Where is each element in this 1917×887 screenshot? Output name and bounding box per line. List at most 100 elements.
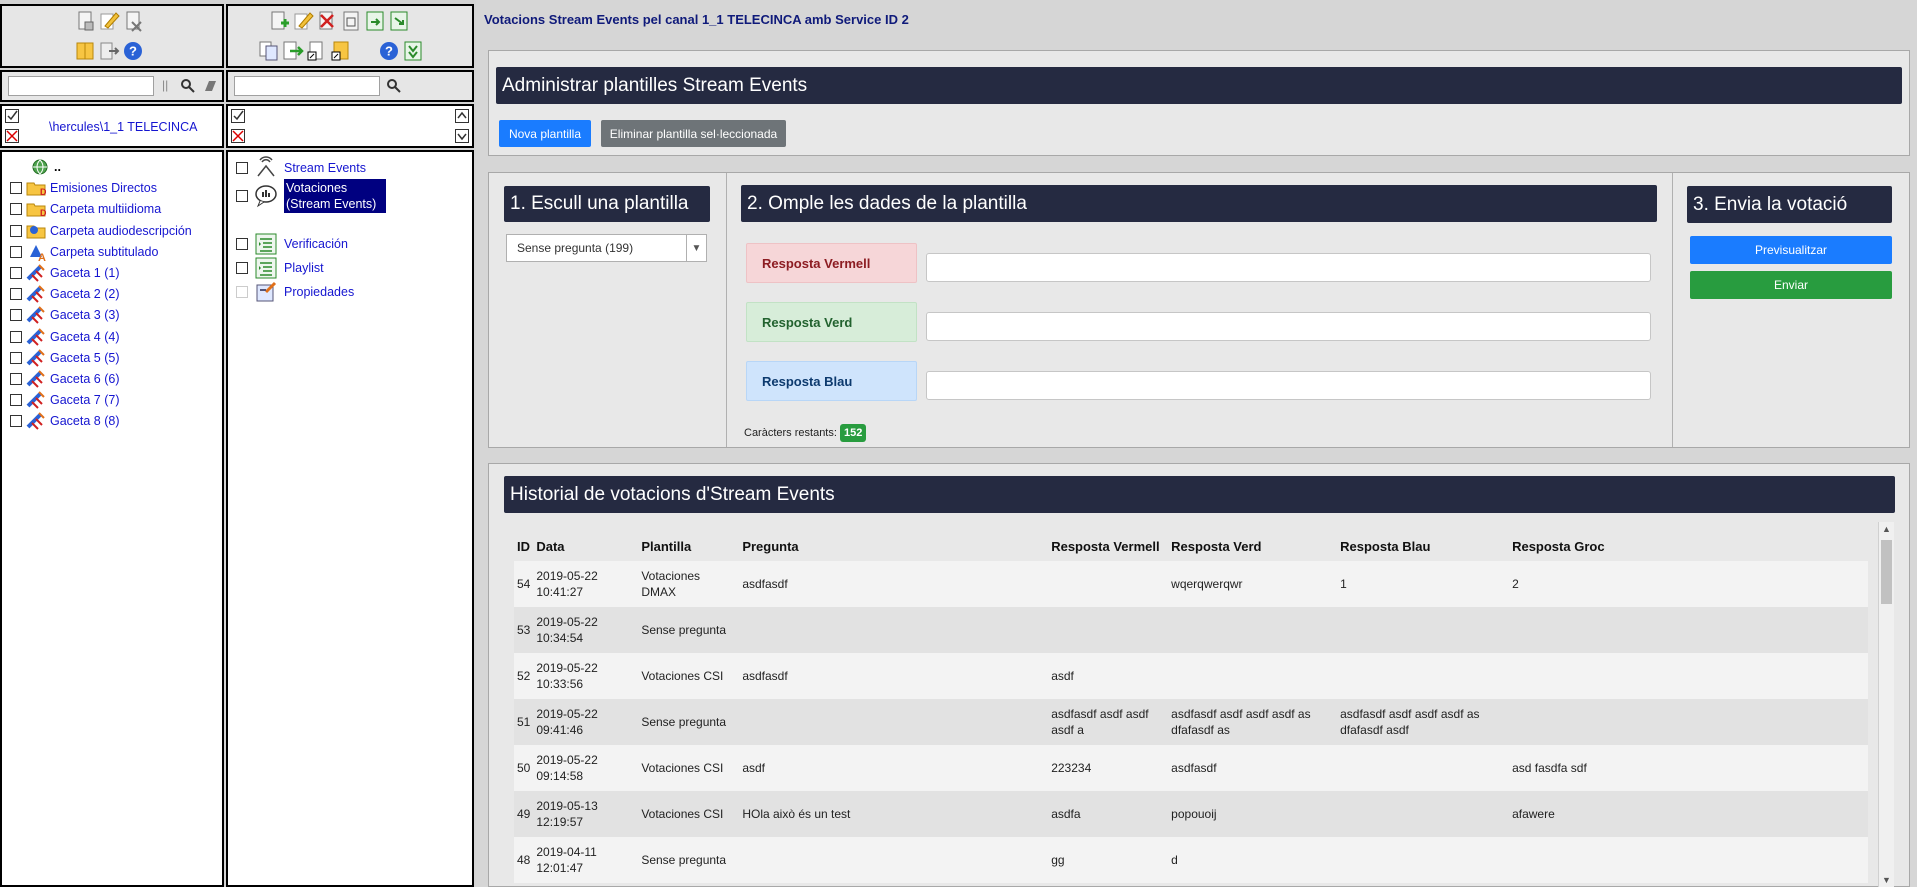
blue-answer-input[interactable] xyxy=(926,371,1651,400)
tree-item-checkbox[interactable] xyxy=(10,373,22,385)
history-scrollbar[interactable]: ▲ ▼ xyxy=(1878,522,1894,887)
delete-doc-icon[interactable] xyxy=(122,10,144,32)
history-column-header[interactable]: Resposta Vermell xyxy=(1048,531,1168,561)
new-doc-icon[interactable] xyxy=(74,10,96,32)
middle-list-item[interactable]: Verificación xyxy=(236,232,348,256)
edit-item-icon[interactable] xyxy=(292,10,314,32)
middle-item-checkbox[interactable] xyxy=(236,286,248,298)
tree-item[interactable]: .. xyxy=(30,157,61,177)
scroll-down-icon[interactable]: ▼ xyxy=(1882,875,1891,885)
tree-item[interactable]: Carpeta audiodescripción xyxy=(10,221,192,241)
send-button[interactable]: Enviar xyxy=(1690,271,1892,299)
table-cell: Votaciones CSI xyxy=(638,791,740,837)
history-column-header[interactable]: Plantilla xyxy=(638,531,739,561)
tree-item[interactable]: D Carpeta multiidioma xyxy=(10,199,161,219)
delete-template-button[interactable]: Eliminar plantilla sel·leccionada xyxy=(601,120,786,147)
tree-item[interactable]: Gaceta 8 (8) xyxy=(10,411,119,431)
table-row[interactable]: 50 2019-05-22 09:14:58 Votaciones CSI asdf 2… xyxy=(514,745,1868,791)
tree-item-checkbox[interactable] xyxy=(10,351,22,364)
tree-item-checkbox[interactable] xyxy=(10,224,22,237)
check-all-icon[interactable] xyxy=(5,109,19,126)
left-path-box: \hercules\1_1 TELECINCA xyxy=(0,104,224,148)
tree-item-checkbox[interactable] xyxy=(10,309,22,322)
tree-item-label: Gaceta 6 (6) xyxy=(50,372,120,386)
collapse-up-icon[interactable] xyxy=(455,109,469,126)
tree-item[interactable]: A Carpeta subtitulado xyxy=(10,242,158,262)
table-row[interactable]: 51 2019-05-22 09:41:46 Sense pregunta asdfa… xyxy=(514,699,1868,745)
move-icon[interactable] xyxy=(282,40,304,62)
history-column-header[interactable]: Pregunta xyxy=(739,531,1048,561)
tree-item-checkbox[interactable] xyxy=(10,203,22,216)
search-icon[interactable] xyxy=(180,78,196,94)
tree-item[interactable]: Gaceta 1 (1) xyxy=(10,263,119,283)
chevron-down-icon[interactable]: ▼ xyxy=(686,235,706,261)
expand-down-icon[interactable] xyxy=(455,129,469,146)
history-column-header[interactable]: ID xyxy=(514,531,533,561)
table-row[interactable]: 49 2019-05-13 12:19:57 Votaciones CSI HOla … xyxy=(514,791,1868,837)
scroll-up-icon[interactable]: ▲ xyxy=(1882,524,1891,534)
tree-item-checkbox[interactable] xyxy=(10,394,22,407)
tree-item[interactable]: Gaceta 7 (7) xyxy=(10,390,119,410)
table-row[interactable]: 48 2019-04-11 12:01:47 Sense pregunta gg d xyxy=(514,837,1868,883)
tree-item-checkbox[interactable] xyxy=(10,267,22,279)
red-answer-input[interactable] xyxy=(926,253,1651,282)
tree-item-checkbox[interactable] xyxy=(10,330,22,343)
tree-item-checkbox[interactable] xyxy=(10,182,22,195)
table-row[interactable]: 54 2019-05-22 10:41:27 Votaciones DMAX asdf… xyxy=(514,561,1868,607)
middle-item-checkbox[interactable] xyxy=(236,162,248,174)
add-item-icon[interactable] xyxy=(268,10,290,32)
tree-item[interactable]: Gaceta 4 (4) xyxy=(10,327,119,347)
svg-text:D: D xyxy=(40,187,46,197)
tree-item[interactable]: Gaceta 6 (6) xyxy=(10,369,119,389)
green-answer-input[interactable] xyxy=(926,312,1651,341)
book-icon[interactable] xyxy=(74,40,96,62)
search-icon[interactable] xyxy=(386,78,402,94)
copy-icon[interactable] xyxy=(258,40,280,62)
shortcut-folder-icon[interactable] xyxy=(330,40,352,62)
middle-list-item[interactable]: Playlist xyxy=(236,256,324,280)
table-cell: asdfasdf xyxy=(739,653,1049,699)
middle-search-input[interactable] xyxy=(234,76,380,96)
scrollbar-thumb[interactable] xyxy=(1881,540,1892,604)
edit-icon[interactable] xyxy=(98,10,120,32)
history-column-header[interactable]: Resposta Blau xyxy=(1337,531,1509,561)
middle-list-item[interactable]: Votaciones (Stream Events) xyxy=(236,179,386,213)
tree-item-checkbox[interactable] xyxy=(10,245,22,258)
remaining-label: Caràcters restants: xyxy=(744,426,837,439)
refresh-icon[interactable] xyxy=(402,40,424,62)
history-column-header[interactable]: Resposta Groc xyxy=(1509,531,1868,561)
help-icon[interactable]: ? xyxy=(122,40,144,62)
table-cell: asdfasdf asdf asdf asdf a xyxy=(1048,699,1169,745)
tree-item[interactable]: D Emisiones Directos xyxy=(10,178,157,198)
middle-list-item[interactable]: Stream Events xyxy=(236,156,366,180)
properties-item-icon[interactable] xyxy=(340,10,362,32)
template-select[interactable]: Sense pregunta (199) ▼ xyxy=(506,234,707,262)
left-search-input[interactable] xyxy=(8,76,154,96)
uncheck-all-icon[interactable] xyxy=(231,129,245,146)
history-column-header[interactable]: Data xyxy=(533,531,638,561)
tree-item-checkbox[interactable] xyxy=(10,415,22,428)
tree-item[interactable]: Gaceta 2 (2) xyxy=(10,284,119,304)
table-row[interactable]: 53 2019-05-22 10:34:54 Sense pregunta xyxy=(514,607,1868,653)
tree-item[interactable]: Gaceta 5 (5) xyxy=(10,348,119,368)
uncheck-all-icon[interactable] xyxy=(5,129,19,146)
tree-item[interactable]: Gaceta 3 (3) xyxy=(10,305,119,325)
eraser-icon[interactable] xyxy=(202,78,218,94)
shortcut-icon[interactable] xyxy=(306,40,328,62)
delete-item-icon[interactable] xyxy=(316,10,338,32)
check-all-icon[interactable] xyxy=(231,109,245,126)
middle-list-item[interactable]: Propiedades xyxy=(236,280,354,304)
help-item-icon[interactable]: ? xyxy=(378,40,400,62)
new-template-button[interactable]: Nova plantilla xyxy=(499,120,591,147)
tree-item-checkbox[interactable] xyxy=(10,288,22,301)
import-icon[interactable] xyxy=(364,10,386,32)
middle-item-checkbox[interactable] xyxy=(236,262,248,274)
export-item-icon[interactable] xyxy=(388,10,410,32)
export-icon[interactable] xyxy=(98,40,120,62)
history-column-header[interactable]: Resposta Verd xyxy=(1168,531,1337,561)
middle-item-label: Stream Events xyxy=(284,161,366,175)
preview-button[interactable]: Previsualitzar xyxy=(1690,236,1892,264)
middle-item-checkbox[interactable] xyxy=(236,238,248,250)
table-row[interactable]: 52 2019-05-22 10:33:56 Votaciones CSI asdfa… xyxy=(514,653,1868,699)
middle-item-checkbox[interactable] xyxy=(236,190,248,202)
